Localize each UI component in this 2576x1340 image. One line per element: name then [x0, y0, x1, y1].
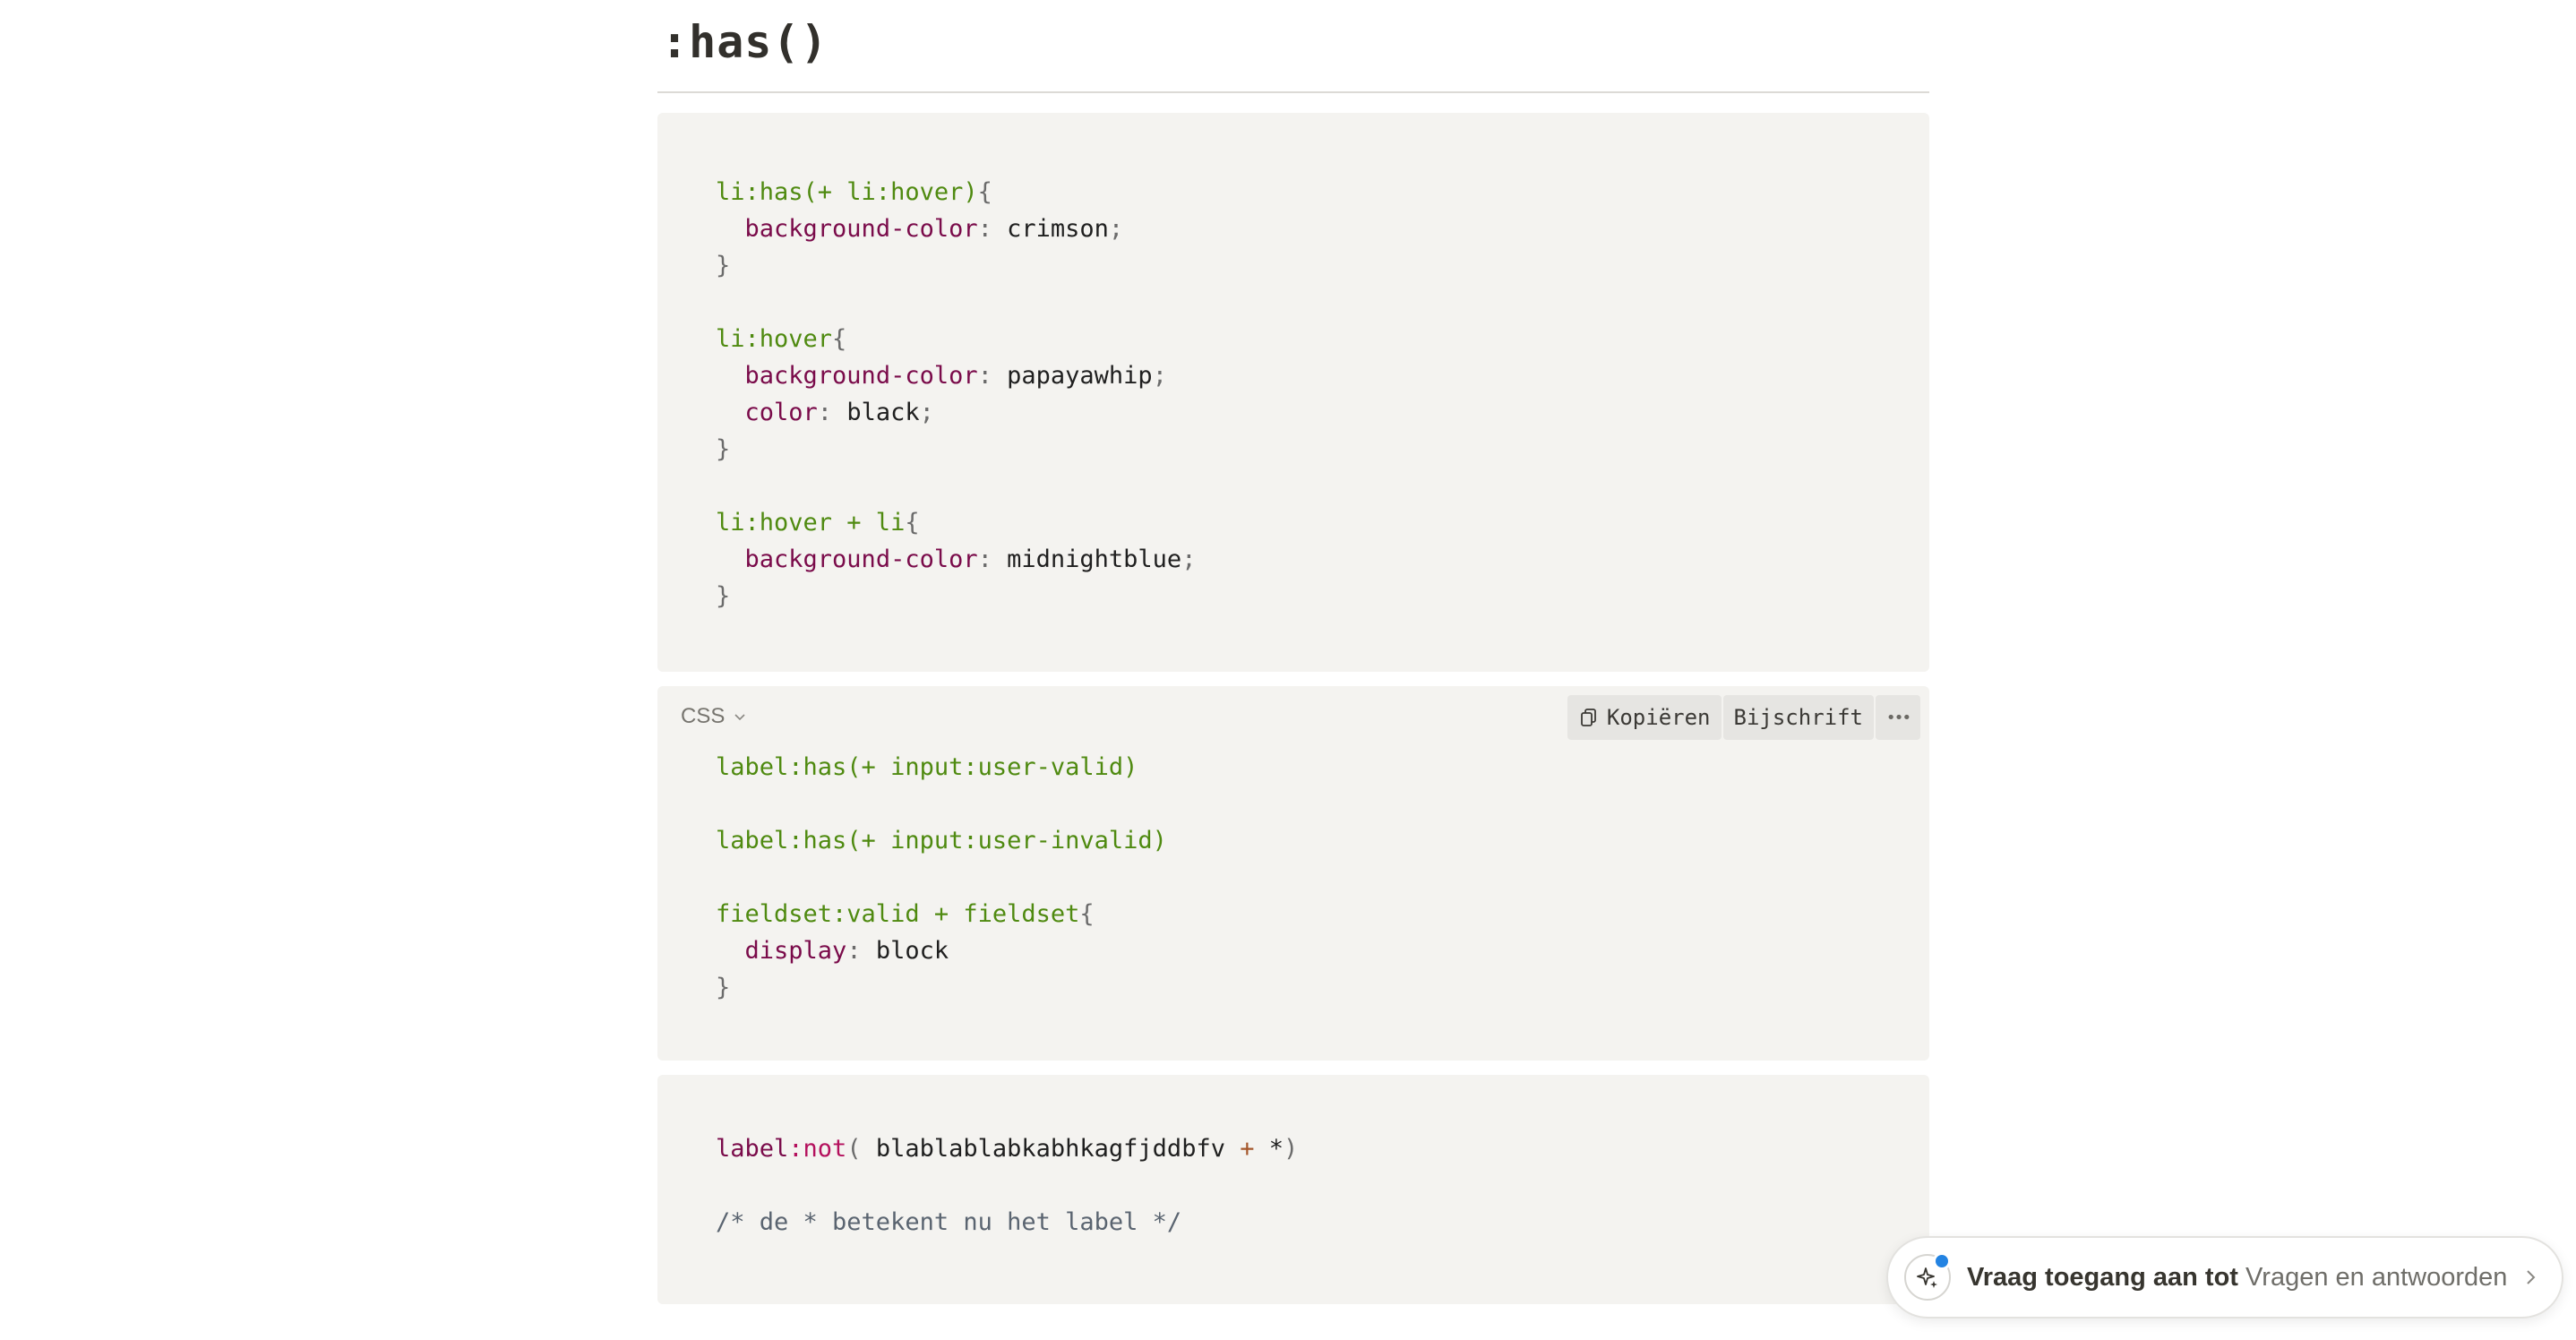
- code-token-prop: background-color: [744, 545, 978, 573]
- code-line: li:has(+ li:hover){: [716, 174, 1196, 210]
- more-icon: •••: [1885, 708, 1911, 727]
- code-token-punc: :: [846, 937, 876, 965]
- caption-label: Bijschrift: [1733, 705, 1864, 730]
- code-token-cmt: /* de * betekent nu het label */: [716, 1208, 1182, 1236]
- code-token-punc: ;: [1152, 362, 1167, 390]
- code-token-sel: li:hover + li: [716, 509, 906, 537]
- request-access-target: Vragen en antwoorden: [2245, 1262, 2508, 1292]
- code-token-punc: :: [817, 399, 847, 426]
- code-line: /* de * betekent nu het label */: [716, 1204, 1298, 1241]
- copy-icon: [1581, 709, 1596, 726]
- code-line: label:not( blablablabkabhkagfjddbfv + *): [716, 1130, 1298, 1167]
- caption-button[interactable]: Bijschrift: [1722, 695, 1874, 740]
- code-line: background-color: midnightblue;: [716, 541, 1197, 578]
- code-token-sp: [716, 545, 745, 573]
- code-line: background-color: papayawhip;: [716, 357, 1196, 394]
- ai-sparkle-icon: [1904, 1252, 1951, 1301]
- code-token-prop: background-color: [744, 362, 978, 390]
- chevron-right-icon: [2527, 1270, 2536, 1284]
- code-line: li:hover + li{: [716, 504, 1196, 541]
- code-token-sp: [716, 937, 745, 965]
- code-content: label:has(+ input:user-valid) label:has(+…: [716, 749, 1167, 1006]
- code-token-punc: ;: [1108, 215, 1124, 243]
- code-block-3[interactable]: label:not( blablablabkabhkagfjddbfv + *)…: [657, 1075, 1929, 1304]
- code-token-prop: color: [744, 399, 818, 426]
- code-token-punc: {: [832, 325, 847, 353]
- code-token-punc: {: [977, 178, 992, 206]
- page-heading: :has(): [661, 16, 829, 68]
- code-token-op: +: [1240, 1135, 1255, 1163]
- code-token-val: crimson: [1007, 215, 1109, 243]
- code-token-sp: [716, 215, 745, 243]
- code-token-punc: }: [716, 974, 731, 1001]
- code-token-punc: }: [716, 252, 731, 279]
- code-line: }: [716, 247, 1196, 284]
- code-token-sp: [716, 399, 745, 426]
- request-access-button[interactable]: Vraag toegang aan tot Vragen en antwoord…: [1886, 1236, 2563, 1319]
- code-token-prop: display: [744, 937, 847, 965]
- code-token-prop: label: [716, 1135, 789, 1163]
- code-line: }: [716, 431, 1196, 468]
- code-token-sel: li:hover: [716, 325, 833, 353]
- code-line: }: [716, 969, 1167, 1006]
- code-line: label:has(+ input:user-invalid): [716, 822, 1167, 859]
- code-token-sel: li:has(+ li:hover): [716, 178, 978, 206]
- code-token-sel: fieldset:valid + fieldset: [716, 900, 1080, 928]
- code-token-val: block: [875, 937, 949, 965]
- code-line: background-color: crimson;: [716, 210, 1196, 247]
- code-line: li:hover{: [716, 321, 1196, 357]
- more-options-button[interactable]: •••: [1876, 695, 1920, 740]
- code-token-punc: ;: [919, 399, 934, 426]
- request-access-prefix: Vraag toegang aan tot: [1967, 1262, 2238, 1292]
- language-label: CSS: [681, 704, 726, 728]
- code-token-punc: (: [846, 1135, 876, 1163]
- code-token-val: *: [1254, 1135, 1284, 1163]
- copy-label: Kopiëren: [1606, 705, 1711, 730]
- copy-button[interactable]: Kopiëren: [1567, 695, 1722, 740]
- code-content: label:not( blablablabkabhkagfjddbfv + *)…: [716, 1130, 1298, 1241]
- request-access-label: Vraag toegang aan tot Vragen en antwoord…: [1967, 1263, 2507, 1293]
- code-line: color: black;: [716, 394, 1196, 431]
- code-token-punc: ): [1284, 1135, 1299, 1163]
- code-token-punc: {: [905, 509, 920, 537]
- code-token-kw: :not: [788, 1135, 847, 1163]
- code-token-punc: :: [977, 215, 1008, 243]
- code-token-sel: label:has(+ input:user-invalid): [716, 827, 1167, 855]
- code-token-val: blablablabkabhkagfjddbfv: [875, 1135, 1241, 1163]
- notification-dot: [1933, 1252, 1951, 1270]
- code-line: fieldset:valid + fieldset{: [716, 896, 1167, 932]
- code-token-sp: [716, 362, 745, 390]
- code-token-punc: :: [977, 362, 1008, 390]
- chevron-down-icon: [734, 714, 745, 721]
- code-token-punc: }: [716, 435, 731, 463]
- code-line: display: block: [716, 932, 1167, 969]
- code-line: label:has(+ input:user-valid): [716, 749, 1167, 786]
- code-token-val: black: [846, 399, 920, 426]
- code-token-prop: background-color: [744, 215, 978, 243]
- heading-divider: [657, 91, 1929, 93]
- language-selector[interactable]: CSS: [681, 704, 748, 729]
- code-token-punc: :: [977, 545, 1008, 573]
- code-block-2[interactable]: CSS Kopiëren Bijschrift ••• label:has(+ …: [657, 686, 1929, 1061]
- code-token-sel: label:has(+ input:user-valid): [716, 753, 1138, 781]
- code-content: li:has(+ li:hover){ background-color: cr…: [716, 174, 1196, 614]
- code-token-val: midnightblue: [1007, 545, 1182, 573]
- code-block-1[interactable]: li:has(+ li:hover){ background-color: cr…: [657, 113, 1929, 672]
- code-token-punc: {: [1079, 900, 1095, 928]
- code-token-punc: }: [716, 582, 731, 610]
- code-token-val: papayawhip: [1007, 362, 1153, 390]
- code-toolbar: Kopiëren Bijschrift •••: [1567, 695, 1920, 740]
- code-line: }: [716, 578, 1196, 614]
- code-token-punc: ;: [1181, 545, 1197, 573]
